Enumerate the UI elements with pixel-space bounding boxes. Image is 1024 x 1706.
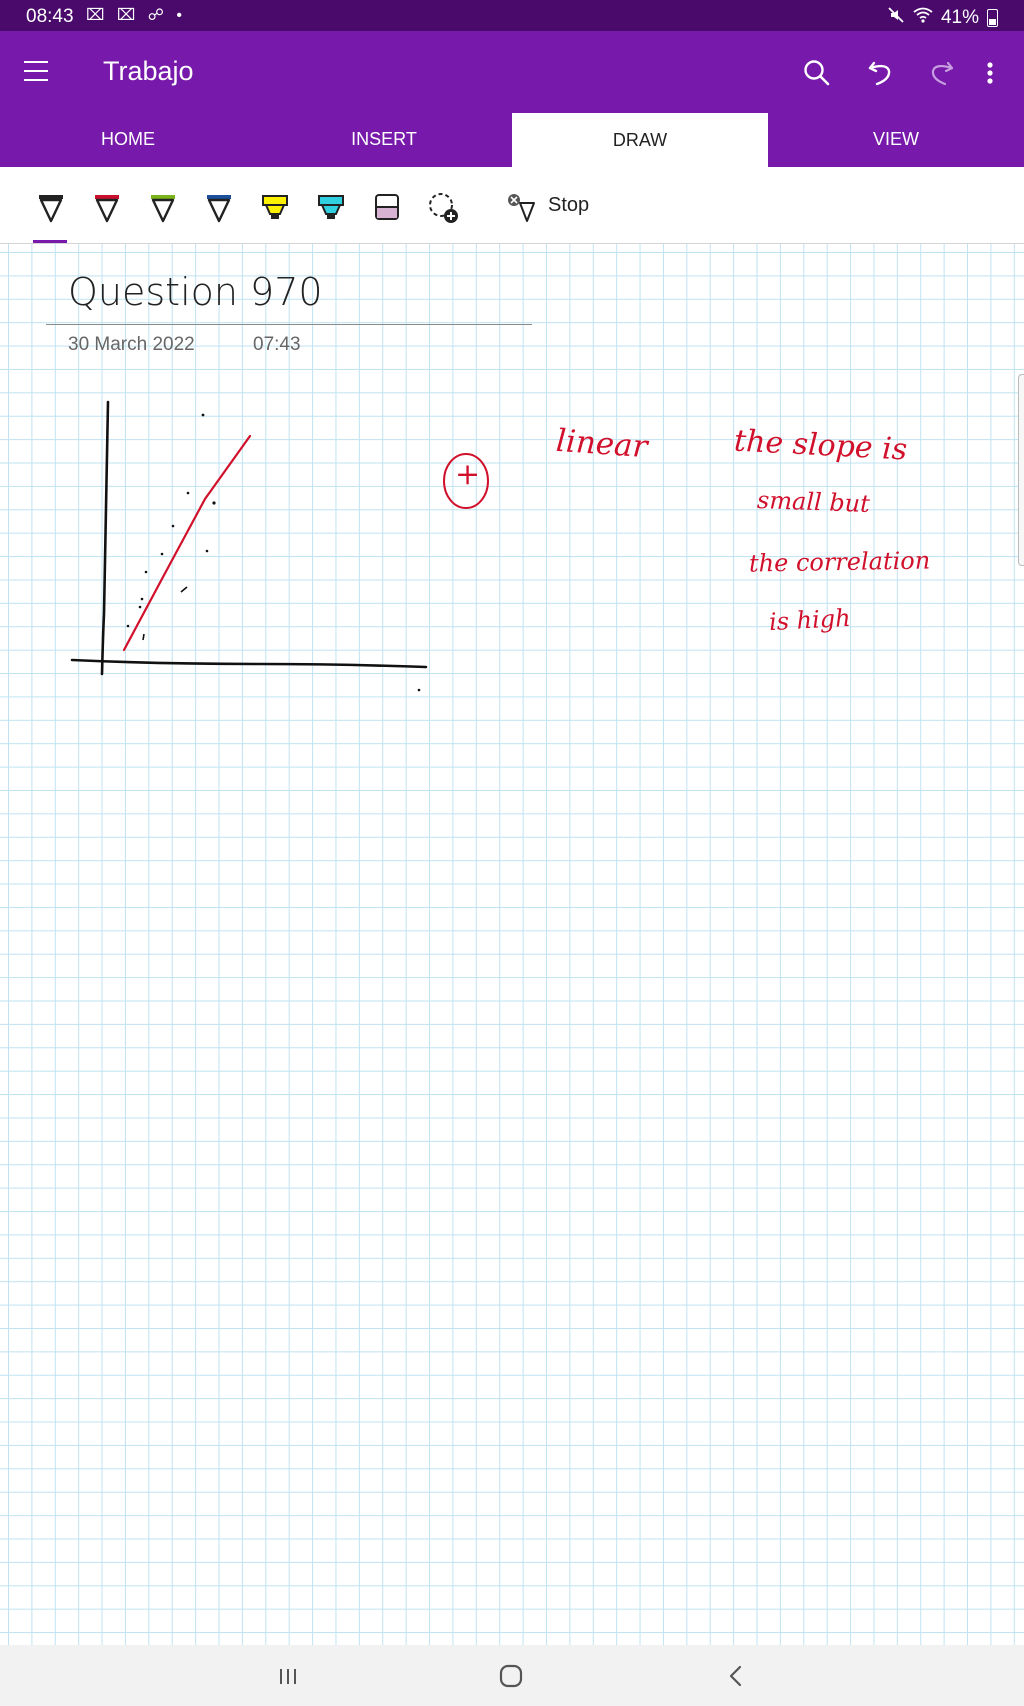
- tab-label: INSERT: [351, 128, 417, 149]
- add-pen-icon[interactable]: [423, 187, 463, 227]
- app-bar: Trabajo: [0, 31, 1024, 111]
- draw-toolbar: Stop: [0, 167, 1024, 244]
- tab-label: VIEW: [872, 128, 919, 149]
- tab-view[interactable]: VIEW: [768, 111, 1024, 167]
- black-pen-icon[interactable]: [31, 187, 71, 227]
- redo-icon[interactable]: [925, 57, 957, 89]
- system-nav-bar: [0, 1645, 1024, 1706]
- green-pen-icon[interactable]: [143, 187, 183, 227]
- blue-pen-icon[interactable]: [199, 187, 239, 227]
- menu-icon[interactable]: [24, 61, 48, 81]
- scatter-dots: [126, 413, 421, 692]
- handwritten-line-2: small but: [756, 486, 871, 518]
- x-axis-stroke: [70, 658, 428, 669]
- battery-icon: [987, 9, 998, 27]
- yellow-highlighter-icon[interactable]: [255, 187, 295, 227]
- handwritten-linear: linear: [554, 422, 649, 466]
- trend-line: [122, 434, 252, 652]
- selected-tool-indicator: [33, 240, 67, 243]
- ribbon-tabs: HOME INSERT DRAW VIEW: [0, 111, 1024, 167]
- y-axis-stroke: [100, 400, 110, 676]
- mute-icon: [887, 6, 905, 30]
- undo-icon[interactable]: [865, 57, 897, 89]
- battery-percent: 41%: [940, 7, 979, 28]
- handwritten-line-4: is high: [768, 603, 852, 637]
- scrollbar-thumb[interactable]: [1018, 374, 1024, 566]
- wifi-icon: [913, 7, 933, 29]
- tab-draw[interactable]: DRAW: [512, 113, 768, 167]
- back-button[interactable]: [716, 1657, 756, 1695]
- notification-icons: ⌧ ⌧ ☍ •: [86, 7, 187, 24]
- status-time: 08:43: [26, 6, 74, 27]
- tab-insert[interactable]: INSERT: [256, 111, 512, 167]
- recents-button[interactable]: [268, 1657, 308, 1695]
- plus-symbol: +: [455, 457, 481, 492]
- status-bar: 08:43 ⌧ ⌧ ☍ • 41%: [0, 0, 1024, 31]
- handwritten-line-3: the correlation: [748, 546, 931, 578]
- more-icon[interactable]: [980, 57, 1000, 89]
- tab-label: HOME: [101, 128, 155, 149]
- red-pen-icon[interactable]: [87, 187, 127, 227]
- home-button[interactable]: [491, 1657, 531, 1695]
- cyan-highlighter-icon[interactable]: [311, 187, 351, 227]
- notebook-title: Trabajo: [103, 56, 194, 86]
- search-icon[interactable]: [801, 57, 833, 89]
- tab-label: DRAW: [612, 129, 668, 150]
- stop-button-label[interactable]: Stop: [548, 194, 589, 217]
- stop-pen-icon[interactable]: [500, 187, 540, 227]
- pink-highlighter-icon[interactable]: [367, 187, 407, 227]
- tab-home[interactable]: HOME: [0, 111, 256, 167]
- note-canvas[interactable]: Question 970 30 March 2022 07:43 + linea…: [0, 244, 1024, 1645]
- status-right: 41%: [887, 6, 998, 30]
